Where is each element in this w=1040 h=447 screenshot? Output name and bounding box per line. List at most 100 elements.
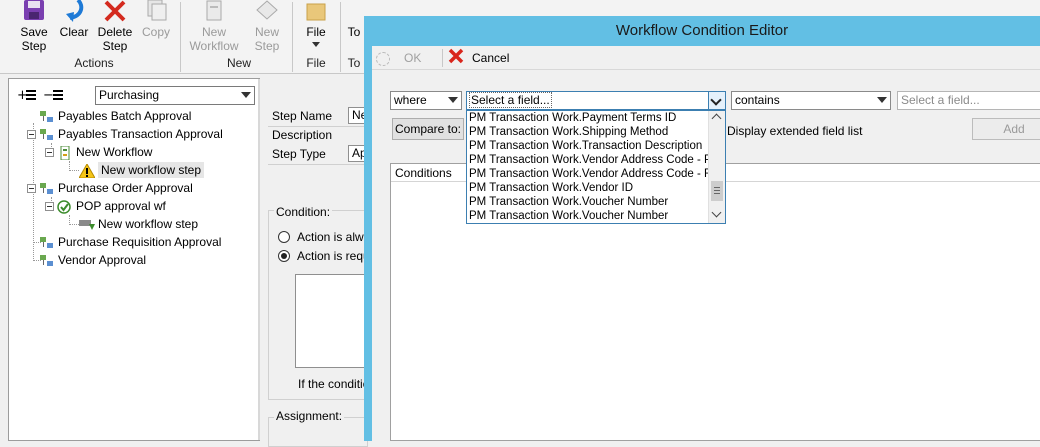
workflow-tree-pane: + − Purchasing Payables Batch Approval P… <box>8 78 260 441</box>
new-step-button[interactable]: New Step <box>244 0 290 56</box>
chevron-down-icon <box>241 92 251 98</box>
conditions-header-label: Conditions <box>395 166 452 180</box>
extended-field-list-checkbox[interactable]: Display extended field list <box>727 124 862 138</box>
expand-all-icon[interactable]: + <box>17 88 36 103</box>
tree-node-label: New workflow step <box>98 217 199 231</box>
copy-label: Copy <box>141 25 170 39</box>
tree-node-label: Purchase Order Approval <box>58 181 193 195</box>
collapse-icon[interactable] <box>27 130 36 140</box>
warning-icon <box>78 162 96 179</box>
delete-label: Delete <box>97 25 133 39</box>
tree-node-purchase-requisition-approval[interactable]: Purchase Requisition Approval <box>39 233 221 251</box>
condition-text-box[interactable] <box>295 274 366 368</box>
condition-label: Condition: <box>274 205 333 219</box>
clear-button[interactable]: Clear <box>56 0 92 56</box>
chevron-down-icon[interactable] <box>708 92 725 109</box>
check-circle-icon <box>57 200 73 214</box>
collapse-all-icon[interactable]: − <box>43 88 63 103</box>
new-workflow-label: New <box>201 25 226 39</box>
assignment-label: Assignment: <box>274 409 345 423</box>
tools-label: To <box>347 25 361 39</box>
save-icon <box>18 0 50 22</box>
scroll-up-icon[interactable] <box>711 113 722 124</box>
cancel-icon <box>448 48 464 70</box>
tree-node-new-workflow[interactable]: New Workflow <box>45 143 152 161</box>
group-file-label: File <box>306 56 326 70</box>
if-condition-text: If the conditio <box>298 377 370 391</box>
field-option[interactable]: PM Transaction Work.Vendor ID <box>468 181 708 195</box>
value-field-placeholder: Select a field... <box>901 93 980 107</box>
collapse-icon[interactable] <box>45 148 54 158</box>
group-new-label: New <box>226 56 251 70</box>
dialog-body: OK Cancel where Select a field... contai… <box>372 46 1040 441</box>
step-type-label: Step Type <box>272 147 326 161</box>
pane-divider <box>258 79 260 440</box>
field-select[interactable]: Select a field... <box>466 91 726 110</box>
clear-label: Clear <box>59 25 89 39</box>
scroll-down-icon[interactable] <box>711 207 722 218</box>
copy-button[interactable]: Copy <box>138 0 174 56</box>
tree-line <box>69 224 79 225</box>
tree-node-new-workflow-step[interactable]: New workflow step <box>79 215 198 233</box>
field-option[interactable]: PM Transaction Work.Voucher Number <box>468 209 708 223</box>
tree-node-label: Payables Transaction Approval <box>58 127 223 141</box>
new-step-label: New <box>254 25 279 39</box>
operator-select[interactable]: contains <box>731 91 891 110</box>
dialog-toolbar: OK Cancel <box>372 46 1040 70</box>
cancel-label: Cancel <box>472 51 510 66</box>
ok-button[interactable]: OK <box>376 48 436 68</box>
operator-value: contains <box>735 93 780 107</box>
tree-node-purchase-order-approval[interactable]: Purchase Order Approval <box>27 179 193 197</box>
new-workflow-button[interactable]: New Workflow <box>186 0 242 56</box>
workflow-type-icon <box>39 254 55 268</box>
compare-to-label: Compare to: <box>394 122 462 136</box>
field-option[interactable]: PM Transaction Work.Vendor Address Code … <box>468 167 708 181</box>
workflow-type-icon <box>39 128 55 142</box>
workflow-icon <box>57 145 73 161</box>
field-option[interactable]: PM Transaction Work.Transaction Descript… <box>468 139 708 153</box>
scrollbar-thumb[interactable] <box>711 181 723 201</box>
file-button[interactable]: File <box>298 0 334 56</box>
collapse-icon[interactable] <box>45 202 54 212</box>
field-option[interactable]: PM Transaction Work.Voucher Number <box>468 195 708 209</box>
radio-required[interactable] <box>278 250 290 262</box>
compare-to-button[interactable]: Compare to: <box>392 118 464 140</box>
ok-label: OK <box>404 51 422 65</box>
value-field-select[interactable]: Select a field... <box>897 91 1040 110</box>
where-select[interactable]: where <box>390 91 462 110</box>
delete-step-button[interactable]: Delete Step <box>94 0 136 56</box>
workflow-type-icon <box>39 236 55 250</box>
radio-dot <box>281 253 287 259</box>
ribbon-separator <box>180 2 181 72</box>
field-option[interactable]: PM Transaction Work.Shipping Method <box>468 125 708 139</box>
workflow-type-select[interactable]: Purchasing <box>95 86 255 105</box>
save-label-2: Step <box>21 39 47 53</box>
dropdown-scrollbar[interactable] <box>708 111 725 223</box>
field-option[interactable]: PM Transaction Work.Payment Terms ID <box>468 111 708 125</box>
delete-icon <box>99 0 131 22</box>
where-value: where <box>394 93 427 107</box>
save-label: Save <box>20 25 48 39</box>
radio-always[interactable] <box>278 231 290 243</box>
file-label: File <box>306 25 326 39</box>
tree-node-new-workflow-step-selected[interactable]: New workflow step <box>78 161 205 179</box>
tree-node-pop-approval-wf[interactable]: POP approval wf <box>45 197 166 215</box>
step-name-label: Step Name <box>272 109 333 123</box>
tree-node-label: POP approval wf <box>76 199 166 213</box>
tools-button[interactable]: To <box>344 0 364 56</box>
copy-icon <box>140 0 172 22</box>
tree-node-vendor-approval[interactable]: Vendor Approval <box>39 251 146 269</box>
cancel-button[interactable]: Cancel <box>448 48 518 68</box>
dropdown-arrow-icon <box>312 42 320 47</box>
field-option[interactable]: PM Transaction Work.Vendor Address Code … <box>468 153 708 167</box>
collapse-icon[interactable] <box>27 184 36 194</box>
divider <box>268 164 368 165</box>
field-dropdown-list[interactable]: PM Transaction Work.Payment Terms ID PM … <box>466 110 726 224</box>
new-document-icon <box>198 0 230 22</box>
add-button[interactable]: Add <box>972 118 1040 140</box>
save-step-button[interactable]: Save Step <box>14 0 54 56</box>
ok-icon <box>376 51 390 66</box>
tree-node-payables-transaction-approval[interactable]: Payables Transaction Approval <box>27 125 223 143</box>
tree-node-payables-batch-approval[interactable]: Payables Batch Approval <box>39 107 191 125</box>
new-workflow-label-2: Workflow <box>189 39 239 53</box>
